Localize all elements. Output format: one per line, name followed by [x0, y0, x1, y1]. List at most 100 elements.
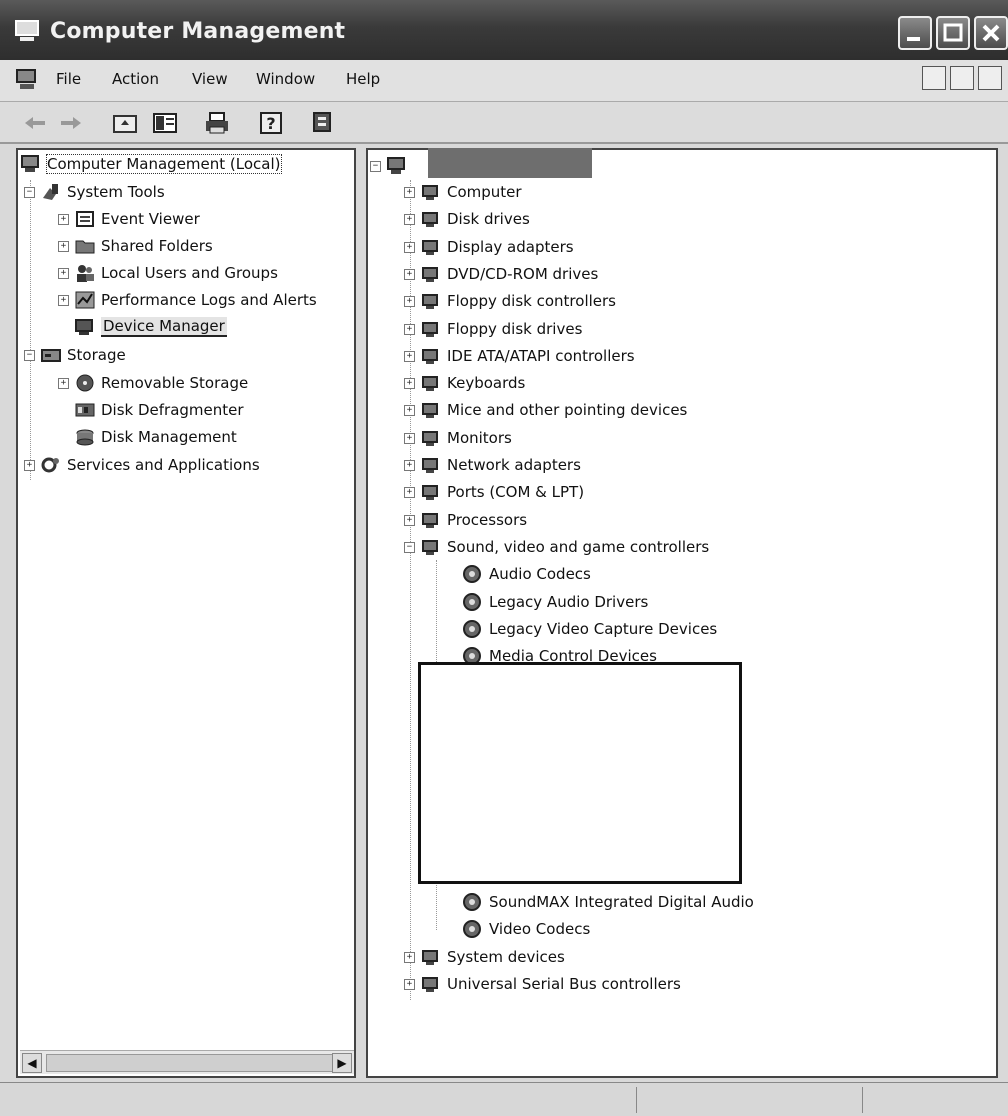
device-item[interactable]: SoundMAX Integrated Digital Audio: [462, 890, 754, 914]
device-category-item[interactable]: + Floppy disk controllers: [404, 289, 616, 313]
device-manager-icon: [75, 319, 93, 335]
device-category-item[interactable]: + DVD/CD-ROM drives: [404, 262, 598, 286]
disk-management-icon: [76, 429, 94, 446]
device-item[interactable]: Video Codecs: [462, 917, 590, 941]
scroll-left-button[interactable]: ◀: [22, 1053, 42, 1073]
collapse-toggle[interactable]: −: [24, 186, 35, 198]
device-category-item[interactable]: + Network adapters: [404, 453, 581, 477]
device-category-icon: [422, 294, 438, 309]
expand-toggle[interactable]: +: [404, 213, 415, 225]
device-category-item[interactable]: + Universal Serial Bus controllers: [404, 972, 681, 996]
tree-item-performance-logs[interactable]: + Performance Logs and Alerts: [58, 288, 317, 312]
tree-item-local-users-groups[interactable]: + Local Users and Groups: [58, 261, 278, 285]
menu-action[interactable]: Action: [112, 70, 159, 88]
device-category-item[interactable]: + Floppy disk drives: [404, 317, 582, 341]
expand-toggle[interactable]: +: [404, 486, 415, 498]
scroll-thumb[interactable]: [46, 1054, 336, 1072]
tree-item-disk-defragmenter[interactable]: Disk Defragmenter: [74, 398, 244, 422]
expand-toggle[interactable]: +: [404, 323, 415, 335]
tree-item-removable-storage[interactable]: + Removable Storage: [58, 371, 248, 395]
tree-item-computer-management[interactable]: Computer Management (Local): [20, 152, 282, 176]
device-label: Floppy disk controllers: [447, 292, 616, 310]
device-item[interactable]: Audio Codecs: [462, 562, 591, 586]
tree-item-services-applications[interactable]: + Services and Applications: [24, 453, 260, 477]
tree-item-storage[interactable]: − Storage: [24, 343, 126, 367]
up-button[interactable]: [110, 108, 140, 138]
menu-window[interactable]: Window: [256, 70, 315, 88]
device-category-icon: [422, 240, 438, 255]
forward-button[interactable]: [56, 108, 86, 138]
mdi-restore-button[interactable]: [950, 66, 974, 90]
device-item[interactable]: Legacy Video Capture Devices: [462, 617, 717, 641]
expand-toggle[interactable]: +: [58, 377, 69, 389]
expand-toggle[interactable]: +: [58, 240, 69, 252]
device-category-item[interactable]: + Ports (COM & LPT): [404, 480, 584, 504]
expand-toggle[interactable]: +: [404, 978, 415, 990]
help-button[interactable]: ?: [256, 108, 286, 138]
scroll-right-button[interactable]: ▶: [332, 1053, 352, 1073]
collapse-toggle[interactable]: −: [370, 160, 381, 172]
device-category-item[interactable]: + Mice and other pointing devices: [404, 398, 687, 422]
menu-view[interactable]: View: [192, 70, 228, 88]
expand-toggle[interactable]: +: [404, 186, 415, 198]
device-category-item[interactable]: + Display adapters: [404, 235, 574, 259]
maximize-button[interactable]: [936, 16, 970, 50]
mdi-close-button[interactable]: [978, 66, 1002, 90]
expand-toggle[interactable]: +: [404, 514, 415, 526]
tree-item-system-tools[interactable]: − System Tools: [24, 180, 165, 204]
expand-toggle[interactable]: +: [404, 377, 415, 389]
expand-toggle[interactable]: +: [404, 404, 415, 416]
expand-toggle[interactable]: +: [58, 294, 69, 306]
tree-item-device-manager[interactable]: Device Manager: [74, 315, 227, 339]
users-icon: [77, 265, 94, 282]
shared-folders-icon: [75, 240, 95, 254]
device-category-item[interactable]: + Computer: [404, 180, 522, 204]
back-button[interactable]: [20, 108, 50, 138]
expand-toggle[interactable]: +: [404, 268, 415, 280]
device-label: DVD/CD-ROM drives: [447, 265, 599, 283]
menu-file[interactable]: File: [56, 70, 81, 88]
expand-toggle[interactable]: +: [404, 432, 415, 444]
device-label: Mice and other pointing devices: [447, 401, 688, 419]
device-category-icon: [422, 322, 438, 337]
device-tree-root[interactable]: −: [370, 154, 413, 178]
device-label: Legacy Video Capture Devices: [489, 620, 718, 638]
menu-help[interactable]: Help: [346, 70, 380, 88]
device-category-item[interactable]: + Processors: [404, 508, 527, 532]
close-button[interactable]: [974, 16, 1008, 50]
device-category-icon: [422, 431, 438, 446]
expand-toggle[interactable]: +: [24, 459, 35, 471]
device-category-item[interactable]: + System devices: [404, 945, 565, 969]
device-category-item[interactable]: + Keyboards: [404, 371, 525, 395]
minimize-button[interactable]: [898, 16, 932, 50]
show-hide-tree-button[interactable]: [150, 108, 180, 138]
expand-toggle[interactable]: +: [58, 213, 69, 225]
tree-item-shared-folders[interactable]: + Shared Folders: [58, 234, 213, 258]
collapse-toggle[interactable]: −: [404, 541, 415, 553]
expand-toggle[interactable]: +: [404, 350, 415, 362]
device-category-item[interactable]: + Disk drives: [404, 207, 530, 231]
expand-toggle[interactable]: +: [404, 295, 415, 307]
tree-item-disk-management[interactable]: Disk Management: [74, 425, 237, 449]
device-category-item[interactable]: + Monitors: [404, 426, 512, 450]
device-label: Display adapters: [447, 238, 574, 256]
sound-device-icon: [463, 593, 481, 611]
device-item[interactable]: Legacy Audio Drivers: [462, 590, 648, 614]
console-tree-pane[interactable]: Computer Management (Local) − System Too…: [16, 148, 356, 1078]
device-category-icon: [422, 212, 438, 227]
properties-button[interactable]: [308, 108, 338, 138]
tree-item-event-viewer[interactable]: + Event Viewer: [58, 207, 200, 231]
collapse-toggle[interactable]: −: [24, 349, 35, 361]
expand-toggle[interactable]: +: [404, 951, 415, 963]
device-category-item[interactable]: + IDE ATA/ATAPI controllers: [404, 344, 635, 368]
title-bar[interactable]: Computer Management: [0, 0, 1008, 60]
mdi-minimize-button[interactable]: [922, 66, 946, 90]
expand-toggle[interactable]: +: [404, 241, 415, 253]
horizontal-scrollbar[interactable]: ◀ ▶: [20, 1050, 354, 1074]
device-category-item[interactable]: − Sound, video and game controllers: [404, 535, 709, 559]
expand-toggle[interactable]: +: [58, 267, 69, 279]
device-tree-pane[interactable]: − + Computer + Disk drives + Display adapters…: [366, 148, 998, 1078]
print-button[interactable]: [202, 108, 232, 138]
mdi-window-icon[interactable]: [14, 68, 40, 92]
expand-toggle[interactable]: +: [404, 459, 415, 471]
